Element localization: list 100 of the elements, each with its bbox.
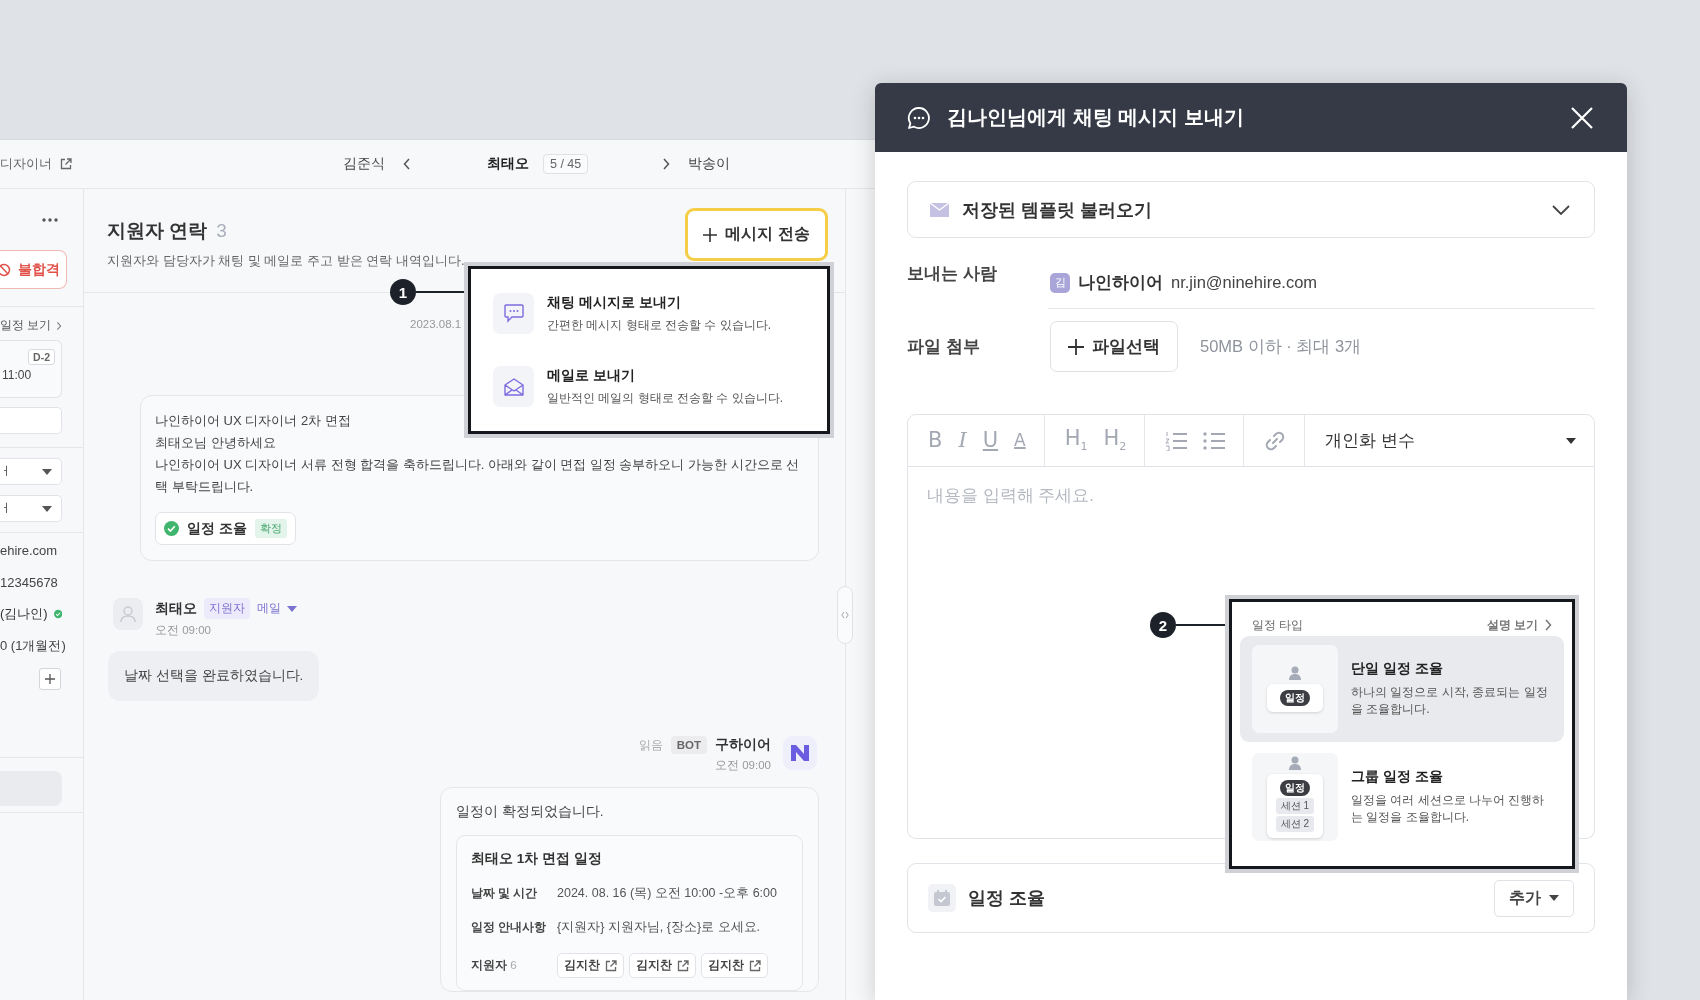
add-button[interactable] xyxy=(39,668,61,690)
job-title: 디자이너 xyxy=(0,155,52,173)
menu-item-title[interactable]: 메일로 보내기 xyxy=(547,366,783,385)
field-label: 보내는 사람 xyxy=(907,262,998,284)
message-line: 최태오님 안녕하세요 xyxy=(155,434,277,452)
close-icon[interactable] xyxy=(1571,106,1593,129)
input-field[interactable] xyxy=(0,407,62,434)
plus-icon xyxy=(45,674,55,684)
caret-down-icon xyxy=(42,505,52,512)
field-label: 파일 첨부 xyxy=(907,335,981,357)
external-link-icon xyxy=(60,158,72,170)
tag: 일정 xyxy=(1280,780,1310,796)
menu-item-title[interactable]: 채팅 메시지로 보내기 xyxy=(547,293,771,312)
menu-item-description: 간편한 메시지 형태로 전송할 수 있습니다. xyxy=(547,316,771,334)
applicant-chip[interactable]: 김지찬 xyxy=(629,953,696,978)
sender-email: nr.jin@ninehire.com xyxy=(1171,273,1318,292)
caret-down-icon xyxy=(42,468,52,475)
applicant-position: 5 / 45 xyxy=(543,154,589,174)
calendar-check-icon xyxy=(934,890,950,906)
variable-dropdown[interactable]: 개인화 변수 xyxy=(1305,415,1594,466)
caret-down-icon xyxy=(1566,437,1576,444)
send-message-button[interactable]: 메시지 전송 xyxy=(685,208,828,261)
plus-icon xyxy=(1068,338,1084,355)
attachment-hint: 50MB 이하 · 최대 3개 xyxy=(1200,335,1362,357)
previous-applicant-link[interactable]: 김준식 xyxy=(343,155,385,173)
chevron-right-icon xyxy=(1544,619,1552,631)
chat-icon xyxy=(907,105,931,130)
option-title: 단일 일정 조율 xyxy=(1351,660,1444,678)
envelope-icon xyxy=(503,377,524,396)
chevron-right-icon xyxy=(56,319,62,332)
field-value: 2024. 08. 16 (목) 오전 10:00 -오후 6:00 xyxy=(557,885,777,902)
external-link-icon xyxy=(677,959,689,972)
section-description: 지원자와 담당자가 채팅 및 메일로 주고 받은 연락 내역입니다. xyxy=(107,252,465,270)
prohibited-icon xyxy=(0,262,12,277)
info-text: 0 (1개월전) xyxy=(0,637,66,655)
date-divider: 2023.08.1 xyxy=(410,318,462,332)
letter-logo-icon xyxy=(791,745,809,761)
sender-name: 최태오 xyxy=(155,599,197,618)
check-circle-icon xyxy=(164,521,179,536)
select-field[interactable]: ㅓ xyxy=(0,458,62,485)
status-badge: 확정 xyxy=(254,519,287,538)
read-status: 읽음 xyxy=(638,737,663,753)
schedule-link[interactable]: 일정 보기 xyxy=(0,317,62,334)
field-label: 날짜 및 시간 xyxy=(471,886,539,901)
role-badge: 지원자 xyxy=(204,598,250,619)
schedule-title: 최태오 1차 면접 일정 xyxy=(471,850,603,868)
user-icon xyxy=(120,605,136,623)
d-day-badge: D-2 xyxy=(28,349,55,365)
numbered-list-icon[interactable] xyxy=(1165,430,1188,451)
file-select-button[interactable]: 파일선택 xyxy=(1050,321,1178,372)
message-line: 나인하이어 UX 디자이너 2차 면접 xyxy=(155,412,352,430)
reject-button[interactable]: 불합격 xyxy=(0,250,67,289)
schedule-chip[interactable]: 일정 조율 확정 xyxy=(155,512,296,545)
person-icon xyxy=(1289,756,1301,770)
message-line: 나인하이어 UX 디자이너 서류 전형 합격을 축하드립니다. 아래와 같이 면접 일정 송부하오니 가능한 시간으로 선택 부탁드립니다. xyxy=(155,456,801,496)
panel-handle[interactable] xyxy=(837,586,853,644)
person-icon xyxy=(1289,666,1301,680)
contact-count: 3 xyxy=(216,220,227,242)
option-description: 하나의 일정으로 시작, 종료되는 일정을 조율합니다. xyxy=(1351,684,1549,718)
external-link-icon xyxy=(749,959,761,972)
field-label: 지원자 6 xyxy=(471,958,518,973)
section-label: 일정 조율 xyxy=(968,887,1046,910)
caret-down-icon xyxy=(1549,895,1559,901)
option-title: 그룹 일정 조율 xyxy=(1351,768,1444,786)
chat-icon xyxy=(503,304,524,323)
field-value: {지원자} 지원자님, {장소}로 오세요. xyxy=(557,919,761,936)
option-description: 일정을 여러 세션으로 나누어 진행하는 일정을 조율합니다. xyxy=(1351,792,1546,826)
bullet-list-icon[interactable] xyxy=(1203,430,1226,451)
applicant-chip[interactable]: 김지찬 xyxy=(701,953,768,978)
applicant-chip[interactable]: 김지찬 xyxy=(557,953,624,978)
help-link[interactable]: 설명 보기 xyxy=(1486,616,1552,634)
next-applicant-link[interactable]: 박송이 xyxy=(688,155,731,173)
template-dropdown[interactable]: 저장된 템플릿 불러오기 xyxy=(907,181,1595,238)
section-title: 지원자 연락 xyxy=(107,219,208,243)
tag: 세션 1 xyxy=(1275,798,1315,814)
link-icon[interactable] xyxy=(1264,429,1287,452)
external-link-icon xyxy=(605,959,617,972)
field-label: 일정 안내사항 xyxy=(471,920,548,935)
message-text: 일정이 확정되었습니다. xyxy=(456,803,605,821)
code-arrows-icon xyxy=(841,611,849,619)
info-text: 12345678 xyxy=(0,574,58,590)
tag: 세션 2 xyxy=(1275,816,1315,832)
info-text: ehire.com xyxy=(0,542,58,558)
schedule-card[interactable]: D-2 11:00 xyxy=(0,340,62,398)
sender-name: 구하이어 xyxy=(715,736,771,754)
add-dropdown-button[interactable]: 추가 xyxy=(1494,879,1574,917)
message-time: 오전 09:00 xyxy=(714,758,771,773)
select-field[interactable]: ㅓ xyxy=(0,495,62,522)
menu-title: 일정 타입 xyxy=(1252,616,1304,634)
tag: 일정 xyxy=(1280,690,1310,706)
schedule-type-option[interactable]: 일정 단일 일정 조율 하나의 일정으로 시작, 종료되는 일정을 조율합니다. xyxy=(1240,636,1564,742)
more-icon[interactable] xyxy=(42,218,58,222)
next-icon[interactable] xyxy=(662,158,671,170)
message-time: 오전 09:00 xyxy=(155,623,212,638)
current-applicant: 최태오 xyxy=(487,155,529,173)
chevron-down-icon xyxy=(1552,204,1570,215)
bot-badge: BOT xyxy=(670,736,707,754)
previous-icon[interactable] xyxy=(403,158,411,170)
info-text: (김나인) xyxy=(0,605,48,623)
channel-dropdown[interactable]: 메일 xyxy=(257,600,297,617)
